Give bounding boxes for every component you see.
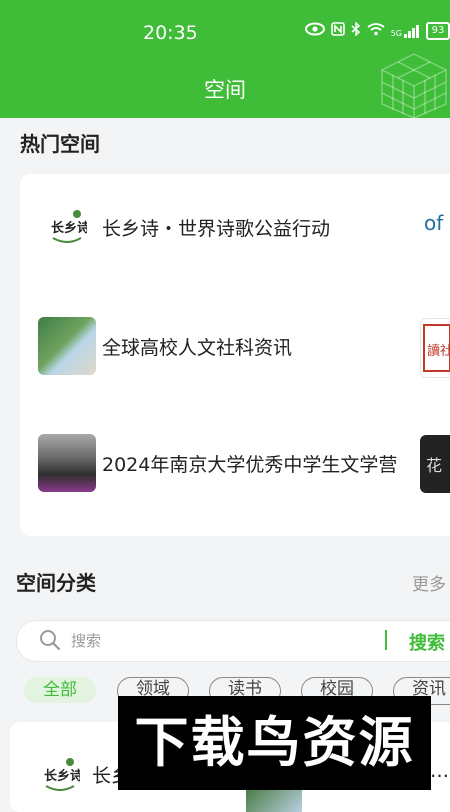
nfc-icon <box>330 22 345 40</box>
category-title: 空间分类 <box>16 571 96 595</box>
search-bar: 搜索 <box>16 620 450 662</box>
hot-space-item[interactable]: 2024年南京大学优秀中学生文学营 <box>38 434 450 494</box>
hot-space-label: 长乡诗・世界诗歌公益行动 <box>102 218 331 240</box>
status-icons: 5G 93 <box>304 21 450 40</box>
hot-space-label: 2024年南京大学优秀中学生文学营 <box>102 454 398 476</box>
search-divider <box>385 630 387 650</box>
space-list-photo <box>246 790 302 812</box>
university-gate-photo <box>38 434 96 492</box>
hot-spaces-title: 热门空间 <box>20 132 100 156</box>
hot-space-item[interactable]: 全球高校人文社科资讯 <box>38 317 450 377</box>
svg-text:of: of <box>424 211 444 235</box>
status-time: 20:35 <box>143 22 198 44</box>
space-list-trailing: … <box>430 760 449 782</box>
svg-text:花: 花 <box>426 456 442 475</box>
next-space-thumbnail[interactable]: of <box>420 204 450 262</box>
svg-text:讀社: 讀社 <box>427 343 450 359</box>
search-input[interactable] <box>69 629 373 653</box>
status-bar: 20:35 5G 93 <box>0 0 450 60</box>
wifi-icon <box>367 22 385 40</box>
changxiangshi-logo: 长乡诗 <box>38 198 96 256</box>
more-link[interactable]: 更多 <box>412 570 446 595</box>
next-space-thumbnail[interactable]: 花 <box>420 435 450 493</box>
chip-all[interactable]: 全部 <box>24 677 96 703</box>
signal-icon: 5G <box>391 24 420 38</box>
bluetooth-icon <box>351 21 361 40</box>
campus-building-photo <box>38 317 96 375</box>
hot-space-label: 全球高校人文社科资讯 <box>102 337 293 359</box>
search-button[interactable]: 搜索 <box>409 629 445 655</box>
watermark-banner: 下载鸟资源 <box>118 696 431 790</box>
top-header: 20:35 5G 93 空间 <box>0 0 450 118</box>
next-space-thumbnail[interactable]: 讀社 <box>420 318 450 378</box>
svg-text:长乡诗: 长乡诗 <box>44 768 80 784</box>
svg-text:长乡诗: 长乡诗 <box>51 220 87 236</box>
hot-space-item[interactable]: 长乡诗 长乡诗・世界诗歌公益行动 <box>38 198 450 258</box>
changxiangshi-logo: 长乡诗 <box>40 752 80 798</box>
network-type: 5G <box>390 29 402 38</box>
hot-spaces-card: 长乡诗 长乡诗・世界诗歌公益行动 全球高校人文社科资讯 2024年南京大学优秀中… <box>20 174 450 536</box>
search-icon <box>39 629 61 655</box>
battery-icon: 93 <box>426 22 450 40</box>
cube-decoration-icon <box>380 53 448 118</box>
eye-icon <box>304 22 325 40</box>
